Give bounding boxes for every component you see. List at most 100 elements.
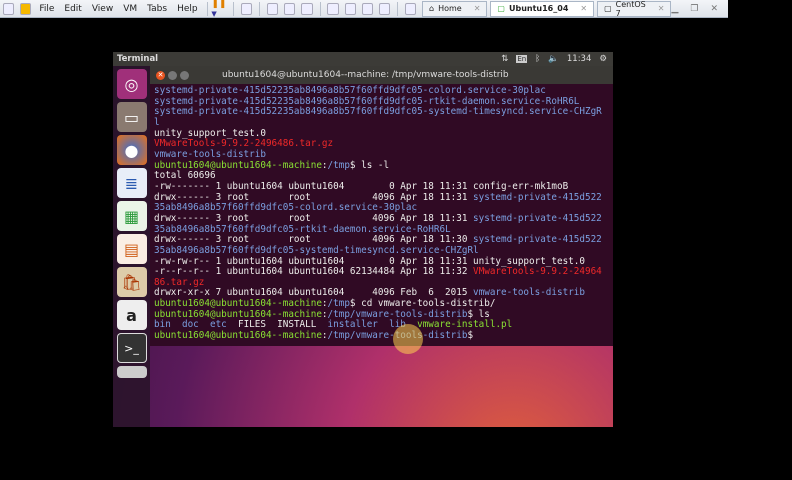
clock[interactable]: 11:34 [567, 54, 592, 64]
restore-button[interactable]: ❐ [690, 4, 698, 14]
divider [206, 1, 208, 16]
tab-ubuntu16-04[interactable]: ▢ Ubuntu16_04 ✕ [490, 0, 595, 17]
terminal-text: $ [467, 330, 474, 342]
send-ctrl-alt-del-icon[interactable] [241, 2, 253, 15]
unity-icon[interactable] [378, 2, 391, 15]
gear-icon[interactable]: ⚙ [599, 54, 607, 64]
vmware-toolbar: File Edit View VM Tabs Help ❚❚ ▼ ⌂ Home ✕ … [0, 0, 728, 18]
terminal-output[interactable]: systemd-private-415d52235ab8496a8b57f60f… [150, 84, 613, 342]
ubuntu-dash-icon[interactable]: ◎ [116, 69, 147, 99]
divider [319, 1, 321, 16]
menu-help[interactable]: Help [172, 4, 203, 14]
snapshot-manager-icon[interactable] [301, 2, 313, 15]
launcher: ◎ ▭ ● ≣ ▦ ▤ 🛍 a >_ [113, 66, 150, 427]
menu-tabs[interactable]: Tabs [142, 4, 172, 14]
terminal-text: /tmp/vmware-tools-distrib [327, 308, 468, 320]
amazon-icon[interactable]: a [116, 300, 147, 330]
terminal-text: VMwareTools-9.9.2-2496486.tar.gz [154, 138, 334, 150]
terminal-line: systemd-private-415d52235ab8496a8b57f60f… [154, 106, 613, 118]
files-icon[interactable]: ▭ [116, 102, 147, 132]
menu-edit[interactable]: Edit [59, 4, 86, 14]
divider [259, 1, 261, 16]
network-icon[interactable]: ⇅ [501, 54, 508, 64]
minimize-button[interactable]: ▁ [671, 4, 678, 14]
tab-home[interactable]: ⌂ Home ✕ [422, 0, 488, 17]
terminal-icon[interactable]: >_ [116, 333, 147, 363]
close-icon[interactable]: ✕ [474, 4, 481, 13]
menu-file[interactable]: File [34, 4, 59, 14]
maximize-window-button[interactable] [180, 70, 189, 80]
terminal-text: ubuntu1604@ubuntu1604--machine [154, 308, 322, 320]
vm-screen[interactable]: Terminal ⇅ En ᛒ 🔈 11:34 ⚙ ◎ ▭ ● ≣ ▦ ▤ 🛍 … [113, 52, 613, 427]
impress-icon[interactable]: ▤ [116, 234, 147, 264]
library-icon[interactable] [20, 2, 32, 15]
terminal-text: 35ab8496a8b57f60ffd9dfc05-rtkit-daemon.s… [154, 223, 451, 235]
fullscreen-icon[interactable] [361, 2, 373, 15]
terminal-text: systemd-private-415d52235ab8496a8b57f60f… [154, 106, 602, 118]
terminal-text: systemd-private-415d52235ab8496a8b57f60f… [154, 95, 580, 107]
terminal-window[interactable]: ✕ ubuntu1604@ubuntu1604--machine: /tmp/v… [150, 66, 613, 346]
terminal-text: 86.tar.gz [154, 276, 205, 288]
tab-label: Home [438, 4, 462, 13]
terminal-text: drwx------ 3 root root 4096 Apr 18 11:31 [154, 191, 474, 203]
terminal-text: drwxr-xr-x 7 ubuntu1604 ubuntu1604 4096 … [154, 287, 474, 299]
terminal-text: systemd-private-415d522 [473, 234, 602, 246]
close-icon[interactable]: ✕ [658, 4, 665, 13]
terminal-text: vmware-tools-distrib [473, 287, 585, 299]
keyboard-layout-indicator[interactable]: En [516, 55, 528, 63]
divider [233, 1, 235, 16]
close-window-button[interactable]: ✕ [156, 70, 165, 80]
terminal-text: l [154, 116, 160, 128]
terminal-text: VMwareTools-9.9.2-24964 [473, 266, 602, 278]
vmware-logo-icon [3, 2, 15, 15]
terminal-text: ubuntu1604@ubuntu1604--machine [154, 330, 322, 342]
calc-icon[interactable]: ▦ [116, 201, 147, 231]
active-app-title: Terminal [117, 54, 159, 64]
vm-icon: ▢ [497, 4, 505, 13]
revert-snapshot-icon[interactable] [284, 2, 296, 15]
more-apps-icon[interactable] [116, 366, 147, 378]
terminal-title: ubuntu1604@ubuntu1604--machine: /tmp/vmw… [222, 70, 509, 80]
sidebar-icon[interactable] [327, 2, 339, 15]
terminal-text: bin doc etc [154, 319, 238, 331]
terminal-text: systemd-private-415d522 [473, 191, 602, 203]
vm-icon: ▢ [604, 4, 612, 13]
terminal-text: $ cd vmware-tools-distrib/ [349, 298, 496, 310]
firefox-icon[interactable]: ● [116, 135, 147, 165]
bluetooth-icon[interactable]: ᛒ [535, 54, 540, 64]
terminal-text: unity_support_test.0 [154, 127, 266, 139]
snapshot-icon[interactable] [267, 2, 279, 15]
menu-vm[interactable]: VM [118, 4, 142, 14]
terminal-text: systemd-private-415d522 [473, 212, 602, 224]
tab-label: Ubuntu16_04 [508, 4, 569, 13]
terminal-line: -r--r--r-- 1 ubuntu1604 ubuntu1604 62134… [154, 266, 613, 278]
close-button[interactable]: ✕ [710, 4, 718, 14]
terminal-line: ubuntu1604@ubuntu1604--machine:/tmp/vmwa… [154, 330, 613, 342]
pause-icon[interactable]: ❚❚ ▼ [211, 0, 229, 19]
terminal-text: systemd-private-415d52235ab8496a8b57f60f… [154, 85, 546, 96]
terminal-text: 35ab8496a8b57f60ffd9dfc05-systemd-timesy… [154, 244, 479, 256]
divider [397, 1, 398, 16]
terminal-line: ubuntu1604@ubuntu1604--machine:/tmp$ ls … [154, 160, 613, 172]
software-center-icon[interactable]: 🛍 [116, 267, 147, 297]
tab-centos-7[interactable]: ▢ CentOS 7 ✕ [597, 0, 672, 18]
top-panel: Terminal ⇅ En ᛒ 🔈 11:34 ⚙ [113, 52, 613, 66]
terminal-text: -rw------- 1 ubuntu1604 ubuntu1604 0 Apr… [154, 180, 569, 192]
menu-view[interactable]: View [87, 4, 118, 14]
terminal-text: ubuntu1604@ubuntu1604--machine [154, 298, 322, 310]
terminal-text: total 60696 [154, 170, 216, 182]
terminal-text: drwx------ 3 root root 4096 Apr 18 11:31 [154, 212, 474, 224]
close-icon[interactable]: ✕ [580, 4, 587, 13]
terminal-text: -rw-rw-r-- 1 ubuntu1604 ubuntu1604 0 Apr… [154, 255, 585, 267]
volume-icon[interactable]: 🔈 [548, 54, 559, 64]
writer-icon[interactable]: ≣ [116, 168, 147, 198]
console-view-icon[interactable] [344, 2, 356, 15]
terminal-text: 35ab8496a8b57f60ffd9dfc05-colord.service… [154, 202, 418, 214]
minimize-window-button[interactable] [168, 70, 177, 80]
mouse-cursor-highlight [393, 324, 423, 354]
tab-label: CentOS 7 [615, 0, 646, 18]
terminal-text: /tmp [327, 298, 350, 310]
thumbnail-icon[interactable] [404, 2, 417, 15]
terminal-text: drwx------ 3 root root 4096 Apr 18 11:30 [154, 234, 474, 246]
terminal-text: vmware-tools-distrib [154, 148, 266, 160]
